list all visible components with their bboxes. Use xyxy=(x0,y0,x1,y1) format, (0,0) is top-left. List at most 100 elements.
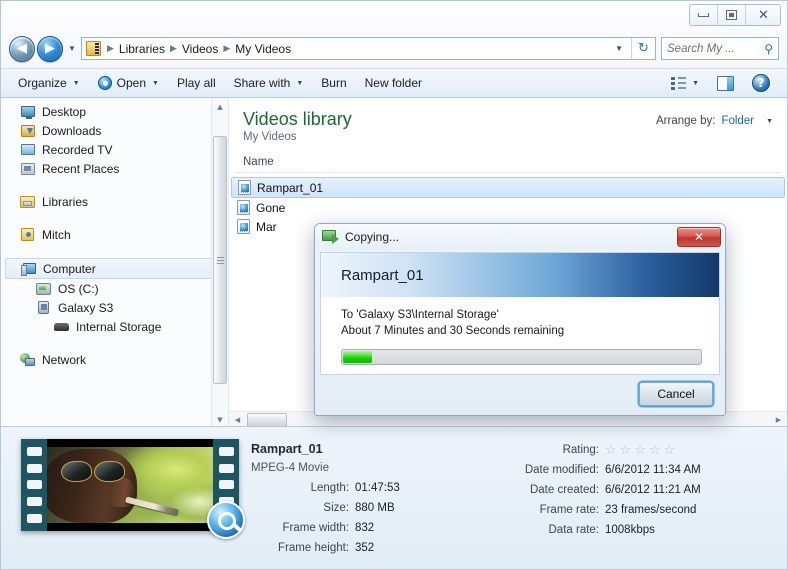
metadata-label: Data rate: xyxy=(548,524,600,536)
minimize-button[interactable] xyxy=(690,5,718,25)
cancel-button[interactable]: Cancel xyxy=(639,382,713,406)
details-file-name: Rampart_01 xyxy=(251,442,323,456)
scrollbar-thumb[interactable] xyxy=(247,413,287,427)
address-bar[interactable]: ▶ Libraries ▶ Videos ▶ My Videos ▼ ↻ xyxy=(81,37,656,60)
scroll-right-button[interactable]: ▶ xyxy=(770,416,787,424)
column-header-name[interactable]: Name xyxy=(237,154,779,173)
scroll-up-button[interactable]: ▲ xyxy=(212,98,228,115)
metadata-row-length: Length: 01:47:53 xyxy=(251,478,483,498)
sidebar-item-os-c[interactable]: OS (C:) xyxy=(1,279,228,298)
window-controls: ✕ xyxy=(689,4,781,26)
cancel-label: Cancel xyxy=(657,387,695,401)
video-file-icon xyxy=(237,219,250,234)
play-all-button[interactable]: Play all xyxy=(168,71,225,95)
restore-icon xyxy=(726,10,737,20)
preview-pane-button[interactable] xyxy=(708,71,743,95)
new-folder-button[interactable]: New folder xyxy=(356,71,431,95)
address-dropdown-icon[interactable]: ▼ xyxy=(607,44,631,53)
sidebar-item-computer[interactable]: Computer xyxy=(5,258,224,279)
sidebar-item-network[interactable]: Network xyxy=(1,350,228,369)
metadata-label: Date modified: xyxy=(524,464,599,476)
recent-locations-button[interactable]: ▼ xyxy=(66,44,78,53)
maximize-restore-button[interactable] xyxy=(718,5,746,25)
open-button[interactable]: Open ▼ xyxy=(89,71,168,95)
dialog-content: Rampart_01 To 'Galaxy S3\Internal Storag… xyxy=(320,252,720,375)
help-button[interactable]: ? xyxy=(743,71,779,95)
metadata-value: 352 xyxy=(355,542,375,554)
search-input[interactable]: Search My ... ⚲ xyxy=(661,37,779,60)
metadata-row-size: Size: 880 MB xyxy=(251,498,483,518)
rating-star[interactable]: ☆ xyxy=(620,444,632,457)
progress-bar-fill xyxy=(343,351,372,363)
dialog-title: Copying... xyxy=(345,230,400,244)
chevron-down-icon: ▼ xyxy=(766,117,773,125)
sidebar-item-internal-storage[interactable]: Internal Storage xyxy=(1,317,228,336)
dialog-close-button[interactable]: ✕ xyxy=(677,227,721,247)
sidebar-item-downloads[interactable]: Downloads xyxy=(1,121,228,140)
table-row[interactable]: Rampart_01 xyxy=(231,177,785,198)
hard-drive-icon xyxy=(35,282,52,295)
recorded-tv-icon xyxy=(19,144,36,155)
organize-button[interactable]: Organize ▼ xyxy=(9,71,89,95)
arrange-by-value[interactable]: Folder xyxy=(721,115,754,127)
thumbnail-container xyxy=(21,437,245,539)
sidebar-item-recent-places[interactable]: Recent Places xyxy=(1,159,228,178)
breadcrumb-my-videos[interactable]: My Videos xyxy=(233,42,293,56)
rating-label: Rating: xyxy=(562,444,599,456)
recent-places-icon xyxy=(19,162,36,175)
rating-stars[interactable]: ☆ ☆ ☆ ☆ ☆ xyxy=(605,440,675,460)
sidebar-item-mitch[interactable]: Mitch xyxy=(1,225,228,244)
sidebar-item-desktop[interactable]: Desktop xyxy=(1,102,228,121)
computer-icon xyxy=(20,262,37,276)
sidebar-item-label: OS (C:) xyxy=(58,281,99,296)
sidebar-item-label: Desktop xyxy=(42,104,87,119)
table-row[interactable]: Gone xyxy=(231,198,785,217)
minimize-icon xyxy=(698,13,709,17)
copy-icon xyxy=(322,230,339,244)
metadata-left-column: Rampart_01 MPEG-4 Movie Length: 01:47:53… xyxy=(251,440,483,558)
change-view-button[interactable]: ▼ xyxy=(662,71,708,95)
address-row: ◀ ▶ ▼ ▶ Libraries ▶ Videos ▶ My Videos ▼… xyxy=(1,31,787,66)
video-file-icon xyxy=(237,200,250,215)
breadcrumb-libraries[interactable]: Libraries xyxy=(117,42,167,56)
rating-star[interactable]: ☆ xyxy=(664,444,676,457)
breadcrumb-videos[interactable]: Videos xyxy=(180,42,220,56)
share-with-label: Share with xyxy=(233,76,291,90)
sidebar-item-libraries[interactable]: Libraries xyxy=(1,192,228,211)
sidebar-item-galaxy-s3[interactable]: Galaxy S3 xyxy=(1,298,228,317)
sidebar-item-recorded-tv[interactable]: Recorded TV xyxy=(1,140,228,159)
video-file-icon xyxy=(238,180,251,195)
arrange-by-control[interactable]: Arrange by: Folder ▼ xyxy=(656,108,773,127)
back-button[interactable]: ◀ xyxy=(9,35,35,62)
help-icon: ? xyxy=(752,74,770,92)
search-placeholder: Search My ... xyxy=(667,42,735,55)
sidebar-item-label: Computer xyxy=(43,261,96,276)
scroll-left-button[interactable]: ◀ xyxy=(229,416,246,424)
rating-star[interactable]: ☆ xyxy=(649,444,661,457)
dialog-status-lines: To 'Galaxy S3\Internal Storage' About 7 … xyxy=(321,297,719,339)
share-with-button[interactable]: Share with ▼ xyxy=(225,71,313,95)
scrollbar-thumb[interactable] xyxy=(213,136,227,384)
refresh-button[interactable]: ↻ xyxy=(631,38,655,59)
phone-icon xyxy=(35,301,52,314)
burn-button[interactable]: Burn xyxy=(312,71,355,95)
explorer-window: ✕ ◀ ▶ ▼ ▶ Libraries ▶ Videos ▶ My Videos… xyxy=(0,0,788,570)
organize-label: Organize xyxy=(18,76,67,90)
back-icon: ◀ xyxy=(17,41,27,56)
chevron-down-icon: ▼ xyxy=(692,79,699,87)
rating-star[interactable]: ☆ xyxy=(605,444,617,457)
metadata-label: Frame rate: xyxy=(539,504,599,516)
close-button[interactable]: ✕ xyxy=(746,5,780,25)
details-pane: Rampart_01 MPEG-4 Movie Length: 01:47:53… xyxy=(1,426,787,569)
rating-star[interactable]: ☆ xyxy=(634,444,646,457)
forward-button[interactable]: ▶ xyxy=(37,35,63,62)
metadata-row-date-modified: Date modified: 6/6/2012 11:34 AM xyxy=(501,460,777,480)
film-perforations-left-icon xyxy=(21,439,47,531)
metadata-row-frame-height: Frame height: 352 xyxy=(251,538,483,558)
user-folder-icon xyxy=(19,228,36,241)
quicktime-badge-icon xyxy=(207,501,245,539)
navigation-scrollbar[interactable]: ▲ ▼ xyxy=(211,98,228,428)
